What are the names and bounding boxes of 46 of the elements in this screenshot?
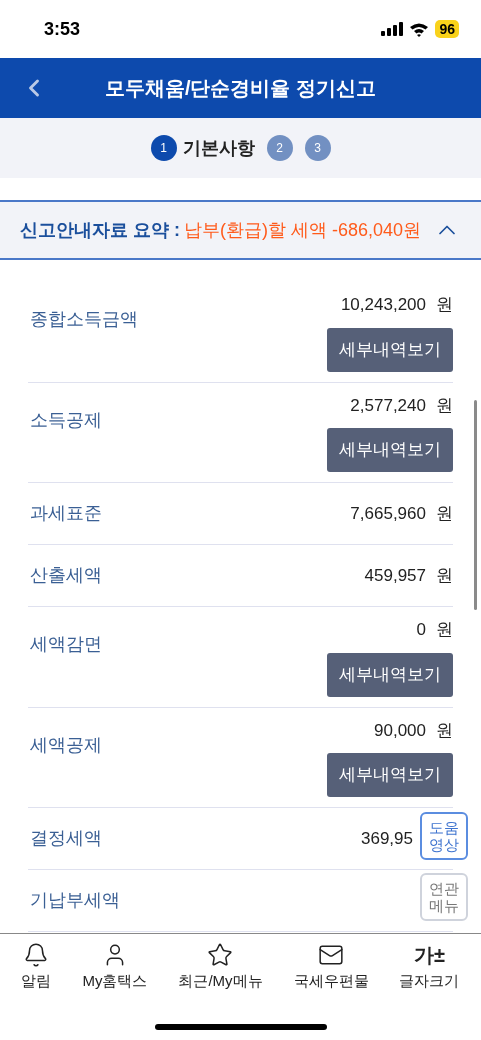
row-amount: 10,243,200 <box>340 294 426 316</box>
nav-item[interactable]: 가± 글자크기 <box>399 942 460 993</box>
details-button[interactable]: 세부내역보기 <box>327 652 453 697</box>
row-amount: 7,665,960 <box>350 502 426 525</box>
row-label: 기납부세액 <box>29 889 120 912</box>
step-label: 기본사항 <box>182 136 255 160</box>
details-button[interactable]: 세부내역보기 <box>327 428 453 472</box>
summary-amount: 납부(환급)할 세액 -686,040원 <box>184 218 422 242</box>
step-number[interactable]: 3 <box>304 135 331 161</box>
row-amount: 90,000 <box>374 719 426 742</box>
row-amount: 459,957 <box>364 564 426 587</box>
row-label: 과세표준 <box>29 502 102 525</box>
currency-unit: 원 <box>436 394 453 417</box>
details-button[interactable]: 세부내역보기 <box>327 753 453 797</box>
row-label: 종합소득금액 <box>29 308 138 331</box>
step-number[interactable]: 2 <box>266 135 293 161</box>
details-button[interactable]: 세부내역보기 <box>327 327 453 372</box>
page-title: 모두채움/단순경비율 정기신고 <box>104 76 377 101</box>
row-label: 세액감면 <box>29 633 102 656</box>
row-label: 산출세액 <box>29 564 102 587</box>
step-number[interactable]: 1 <box>150 135 177 161</box>
currency-unit: 원 <box>436 564 453 587</box>
nav-item[interactable]: 최근/My메뉴 <box>178 942 263 993</box>
signal-icon <box>381 22 404 36</box>
related-menu-button[interactable]: 연관메뉴 <box>420 873 468 921</box>
currency-unit: 원 <box>436 619 453 641</box>
row-amount: 2,577,240 <box>350 394 426 417</box>
star-icon <box>207 942 234 968</box>
wifi-icon <box>409 21 430 37</box>
nav-item[interactable]: 국세우편물 <box>293 942 369 993</box>
row-amount: 0 <box>416 619 426 641</box>
row-amount: 369,95 <box>361 827 413 850</box>
status-time: 3:53 <box>44 17 81 41</box>
summary-label: 신고안내자료 요약 : <box>20 218 180 242</box>
currency-unit: 원 <box>436 719 453 742</box>
currency-unit: 원 <box>436 502 453 525</box>
nav-item[interactable]: 알림 <box>21 942 52 993</box>
row-label: 소득공제 <box>29 408 102 432</box>
battery-indicator: 96 <box>435 20 459 38</box>
row-label: 세액공제 <box>29 733 102 757</box>
currency-unit: 원 <box>436 294 453 316</box>
font-size-icon: 가± <box>413 942 445 968</box>
nav-item[interactable]: My홈택스 <box>82 942 148 993</box>
help-video-button[interactable]: 도움영상 <box>420 812 468 860</box>
row-label: 결정세액 <box>29 827 102 850</box>
summary-bar[interactable]: 신고안내자료 요약 : 납부(환급)할 세액 -686,040원 <box>0 200 481 260</box>
